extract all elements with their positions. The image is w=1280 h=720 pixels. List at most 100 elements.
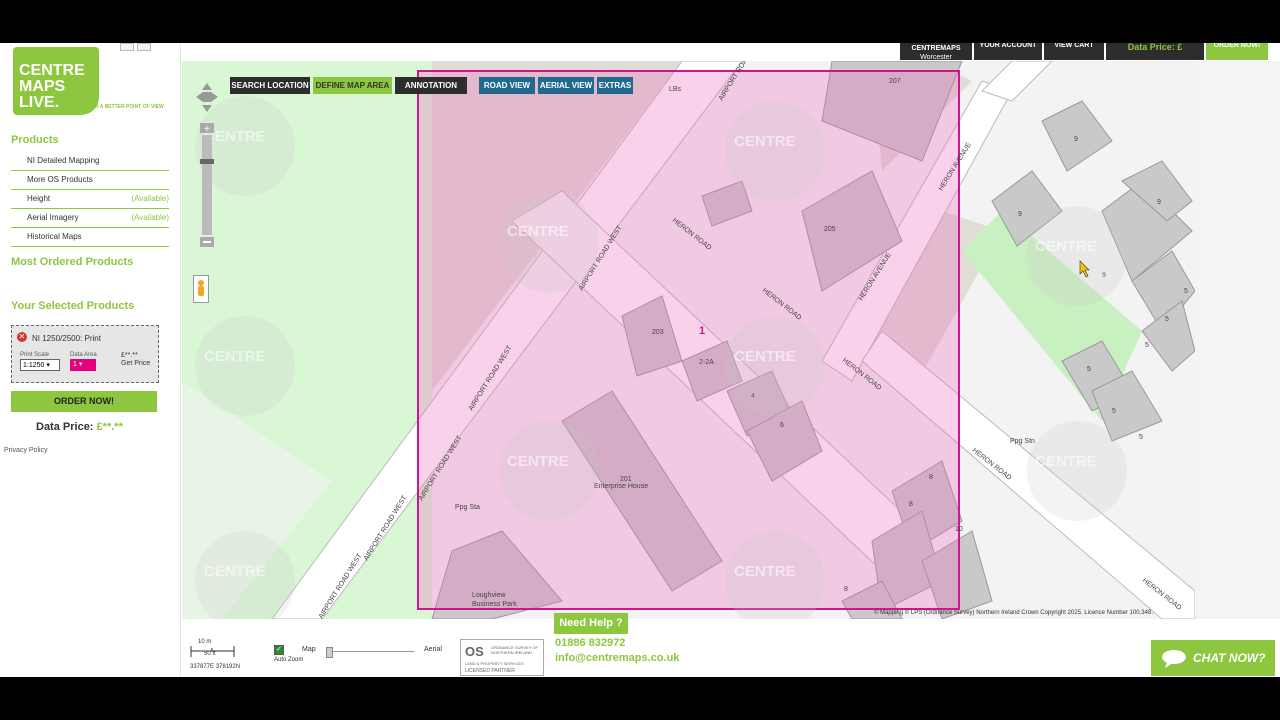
map-aerial-slider[interactable] bbox=[328, 651, 414, 652]
logo-line: MAPS bbox=[19, 78, 66, 95]
partner-line: LAND & PROPERTY SERVICES bbox=[465, 661, 524, 666]
chat-now-label: CHAT NOW? bbox=[1193, 651, 1266, 665]
map-graphic: AIRPORT ROAD AIRPORT ROAD WEST AIRPORT R… bbox=[182, 61, 1195, 619]
centremaps-account-button[interactable]: CENTREMAPS Worcester bbox=[900, 43, 972, 61]
chat-now-button[interactable]: CHAT NOW? bbox=[1151, 640, 1275, 676]
house-number: 5 bbox=[1184, 288, 1188, 295]
topbar-data-price: Data Price: £ bbox=[1106, 43, 1204, 60]
watermark: CENTRE bbox=[1027, 421, 1127, 521]
watermark: CENTRE bbox=[725, 101, 825, 201]
zoom-in-icon[interactable]: + bbox=[200, 123, 214, 135]
product-label: More OS Products bbox=[27, 175, 93, 184]
your-account-button[interactable]: YOUR ACCOUNT bbox=[974, 43, 1042, 60]
product-status: (Available) bbox=[131, 213, 169, 222]
email-link[interactable]: info@centremaps.co.uk bbox=[555, 652, 679, 664]
product-label: NI Detailed Mapping bbox=[27, 156, 100, 165]
topbar-order-now-button[interactable]: ORDER NOW! bbox=[1206, 43, 1268, 60]
need-help-button[interactable]: Need Help ? bbox=[554, 613, 628, 634]
tab-extras[interactable]: EXTRAS bbox=[597, 77, 633, 94]
area-number-label: 1 bbox=[699, 325, 705, 337]
house-number: 8 bbox=[909, 501, 913, 508]
zoom-slider-track[interactable] bbox=[202, 135, 212, 235]
coordinates: 337877E 378192N bbox=[190, 664, 241, 670]
sidebar: CENTRE MAPS LIVE. FOR A BETTER POINT OF … bbox=[0, 43, 181, 677]
centremaps-label: CENTREMAPS bbox=[911, 45, 961, 52]
watermark: CENTRE bbox=[499, 193, 599, 293]
house-number: 10 bbox=[955, 526, 963, 533]
order-now-button[interactable]: ORDER NOW! bbox=[11, 391, 157, 412]
selected-product-name: NI 1250/2500: Print bbox=[32, 334, 101, 343]
svg-text:CENTRE: CENTRE bbox=[734, 348, 796, 365]
tab-road-view[interactable]: ROAD VIEW bbox=[479, 77, 535, 94]
bottom-bar: 10 m 50 ft 337877E 378192N ✓ Auto Zoom M… bbox=[182, 633, 1280, 677]
product-label: Aerial Imagery bbox=[27, 213, 79, 222]
logo[interactable]: CENTRE MAPS LIVE. bbox=[11, 45, 99, 115]
partner-line: LICENSED PARTNER bbox=[465, 668, 515, 674]
svg-text:CENTRE: CENTRE bbox=[507, 223, 569, 240]
aerial-label: Aerial bbox=[424, 646, 442, 653]
app-window: CENTRE MAPS LIVE. FOR A BETTER POINT OF … bbox=[0, 43, 1280, 677]
partner-line: ORDNANCE SURVEY OF NORTHERN IRELAND bbox=[491, 645, 538, 655]
most-ordered-heading[interactable]: Most Ordered Products bbox=[11, 256, 133, 268]
selected-product-card: ✕ NI 1250/2500: Print Print Scale Data A… bbox=[11, 325, 159, 383]
product-more-os[interactable]: More OS Products bbox=[11, 171, 169, 190]
remove-icon[interactable]: ✕ bbox=[17, 332, 27, 342]
get-price-link[interactable]: Get Price bbox=[121, 360, 150, 368]
products-list: NI Detailed Mapping More OS Products Hei… bbox=[11, 152, 169, 247]
mini-control[interactable] bbox=[120, 43, 134, 51]
logo-line: LIVE. bbox=[19, 94, 59, 111]
house-number: 8 bbox=[844, 586, 848, 593]
house-number: 205 bbox=[824, 226, 836, 233]
watermark: CENTRE bbox=[1027, 206, 1127, 306]
tab-search-location[interactable]: SEARCH LOCATION bbox=[230, 77, 310, 94]
house-number: 9 bbox=[1157, 199, 1161, 206]
map-aerial-slider-handle[interactable] bbox=[326, 647, 333, 658]
house-number: 5 bbox=[1165, 316, 1169, 323]
product-status: (Available) bbox=[131, 194, 169, 203]
house-number: 203 bbox=[652, 329, 664, 336]
scale-metres: 10 m bbox=[198, 639, 212, 645]
tagline: FOR A BETTER POINT OF VIEW bbox=[88, 104, 164, 110]
data-area-value: 1 bbox=[73, 361, 77, 368]
print-scale-select[interactable]: 1:1250 ▾ bbox=[20, 359, 60, 371]
product-historical-maps[interactable]: Historical Maps bbox=[11, 228, 169, 247]
house-number: 9 bbox=[1074, 136, 1078, 143]
map-canvas[interactable]: AIRPORT ROAD AIRPORT ROAD WEST AIRPORT R… bbox=[182, 61, 1195, 619]
zoom-out-icon[interactable] bbox=[200, 237, 214, 247]
product-label: Height bbox=[27, 194, 51, 203]
house-number: 201 bbox=[620, 476, 632, 483]
zoom-control[interactable]: + bbox=[196, 81, 218, 251]
product-aerial-imagery[interactable]: Aerial Imagery (Available) bbox=[11, 209, 169, 228]
print-scale-label: Print Scale bbox=[20, 352, 50, 358]
products-heading: Products bbox=[11, 134, 59, 146]
map-label: Ppg Sta bbox=[455, 504, 480, 511]
auto-zoom-checkbox[interactable]: ✓ bbox=[274, 645, 284, 655]
top-bar: CENTREMAPS Worcester YOUR ACCOUNT VIEW C… bbox=[182, 43, 1280, 61]
data-area-select[interactable]: 1 ▾ bbox=[70, 359, 96, 371]
street-view-pegman-icon[interactable] bbox=[193, 275, 209, 303]
svg-text:CENTRE: CENTRE bbox=[1035, 238, 1097, 255]
svg-text:CENTRE: CENTRE bbox=[1035, 453, 1097, 470]
watermark: CENTRE bbox=[195, 316, 295, 416]
svg-text:CENTRE: CENTRE bbox=[734, 563, 796, 580]
view-cart-button[interactable]: VIEW CART bbox=[1044, 43, 1104, 60]
house-number: 2-2A bbox=[699, 359, 714, 366]
zoom-slider-handle[interactable] bbox=[200, 159, 214, 164]
house-number: 5 bbox=[1145, 342, 1149, 349]
map-label: Business Park bbox=[472, 601, 517, 608]
tab-aerial-view[interactable]: AERIAL VIEW bbox=[538, 77, 594, 94]
chat-bubble-icon bbox=[1162, 650, 1186, 668]
tab-define-map-area[interactable]: DEFINE MAP AREA bbox=[313, 77, 392, 94]
map-label: Ppg Stn bbox=[1010, 438, 1035, 445]
product-ni-detailed-mapping[interactable]: NI Detailed Mapping bbox=[11, 152, 169, 171]
mini-control[interactable] bbox=[137, 43, 151, 51]
selected-products-heading: Your Selected Products bbox=[11, 300, 135, 312]
osni-partner-logo: OS ORDNANCE SURVEY OF NORTHERN IRELAND L… bbox=[460, 639, 544, 676]
phone-number[interactable]: 01886 832972 bbox=[555, 637, 625, 649]
privacy-policy-link[interactable]: Privacy Policy bbox=[4, 447, 48, 454]
pan-icon[interactable] bbox=[196, 83, 218, 112]
selected-price: £**.** bbox=[121, 352, 138, 359]
product-height[interactable]: Height (Available) bbox=[11, 190, 169, 209]
svg-text:CENTRE: CENTRE bbox=[507, 453, 569, 470]
tab-annotation[interactable]: ANNOTATION bbox=[395, 77, 467, 94]
